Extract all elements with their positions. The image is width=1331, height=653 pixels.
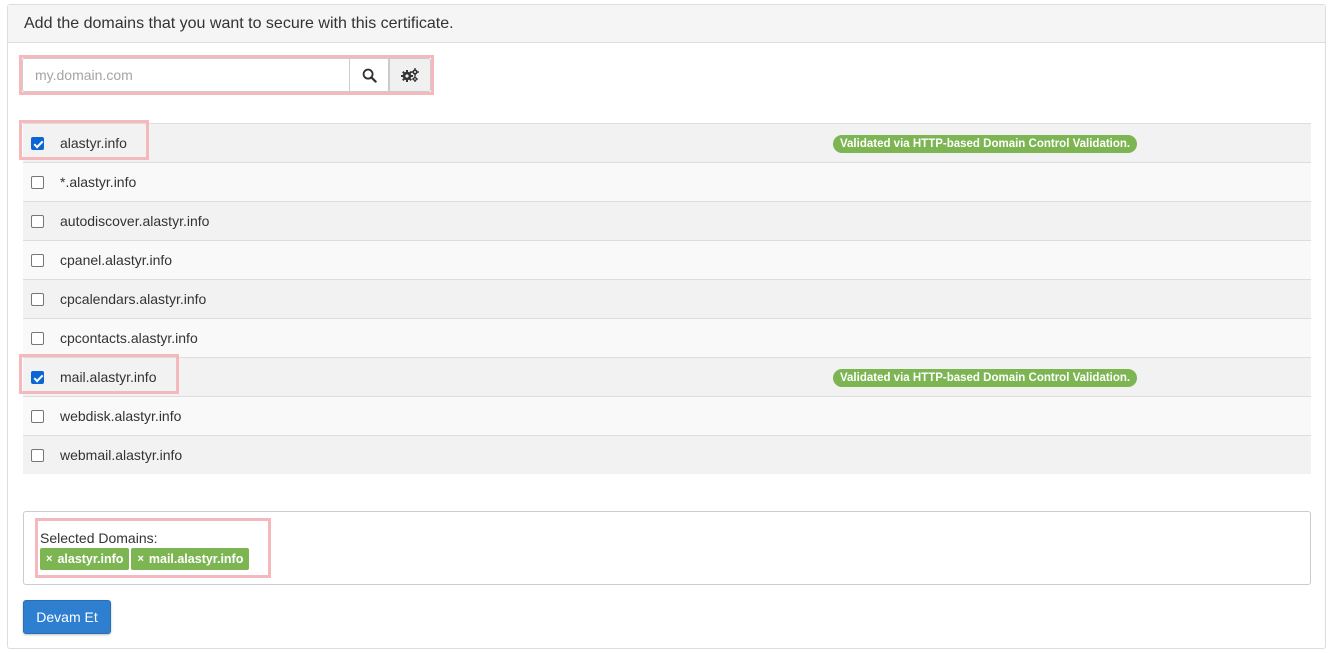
domain-label: cpcontacts.alastyr.info — [60, 330, 198, 346]
domain-row-wildcard[interactable]: *.alastyr.info — [23, 162, 1311, 201]
selected-domains-box: Selected Domains: × alastyr.info × mail.… — [23, 511, 1311, 585]
domain-row-webdisk[interactable]: webdisk.alastyr.info — [23, 396, 1311, 435]
panel-title: Add the domains that you want to secure … — [24, 14, 454, 32]
domain-label: webdisk.alastyr.info — [60, 408, 182, 424]
domain-search-input[interactable] — [22, 58, 349, 92]
domain-row-cpcalendars[interactable]: cpcalendars.alastyr.info — [23, 279, 1311, 318]
validation-badge: Validated via HTTP-based Domain Control … — [833, 135, 1138, 153]
domain-label: cpcalendars.alastyr.info — [60, 291, 207, 307]
domain-label: cpanel.alastyr.info — [60, 252, 173, 268]
domain-row-cpanel[interactable]: cpanel.alastyr.info — [23, 240, 1311, 279]
domain-row-cpcontacts[interactable]: cpcontacts.alastyr.info — [23, 318, 1311, 357]
domain-checkbox[interactable] — [31, 137, 44, 150]
domain-checkbox[interactable] — [31, 176, 44, 189]
domain-checkbox[interactable] — [31, 371, 44, 384]
selected-domain-chip[interactable]: × mail.alastyr.info — [131, 548, 250, 570]
remove-icon[interactable]: × — [46, 553, 52, 565]
domain-checkbox[interactable] — [31, 215, 44, 228]
gears-icon — [401, 68, 419, 82]
selected-domain-chip[interactable]: × alastyr.info — [40, 548, 130, 570]
domain-row-autodiscover[interactable]: autodiscover.alastyr.info — [23, 201, 1311, 240]
domain-checkbox[interactable] — [31, 449, 44, 462]
advanced-settings-button[interactable] — [389, 58, 431, 92]
chip-label: alastyr.info — [57, 552, 124, 566]
domain-label: alastyr.info — [60, 135, 127, 151]
domain-checkbox[interactable] — [31, 254, 44, 267]
domain-checkbox[interactable] — [31, 293, 44, 306]
domain-label: *.alastyr.info — [60, 174, 137, 190]
domain-label: mail.alastyr.info — [60, 369, 157, 385]
domain-search-group — [19, 55, 434, 95]
domain-row-mail[interactable]: mail.alastyr.info Validated via HTTP-bas… — [19, 354, 1311, 396]
selected-domains-label: Selected Domains: — [40, 530, 158, 546]
domain-label: webmail.alastyr.info — [60, 447, 183, 463]
search-icon — [362, 68, 377, 83]
selected-domains-chips: × alastyr.info × mail.alastyr.info — [40, 548, 250, 570]
domain-list: alastyr.info Validated via HTTP-based Do… — [19, 120, 1311, 474]
domain-row-webmail[interactable]: webmail.alastyr.info — [23, 435, 1311, 474]
chip-label: mail.alastyr.info — [148, 552, 244, 566]
panel-heading: Add the domains that you want to secure … — [8, 5, 1325, 43]
validation-badge: Validated via HTTP-based Domain Control … — [833, 369, 1138, 387]
continue-button[interactable]: Devam Et — [23, 600, 111, 634]
search-button[interactable] — [349, 58, 389, 92]
domain-checkbox[interactable] — [31, 410, 44, 423]
domain-label: autodiscover.alastyr.info — [60, 213, 210, 229]
domain-checkbox[interactable] — [31, 332, 44, 345]
certificate-domains-panel: Add the domains that you want to secure … — [7, 4, 1326, 649]
remove-icon[interactable]: × — [137, 553, 143, 565]
domain-row-alastyr-info[interactable]: alastyr.info Validated via HTTP-based Do… — [19, 120, 1311, 162]
